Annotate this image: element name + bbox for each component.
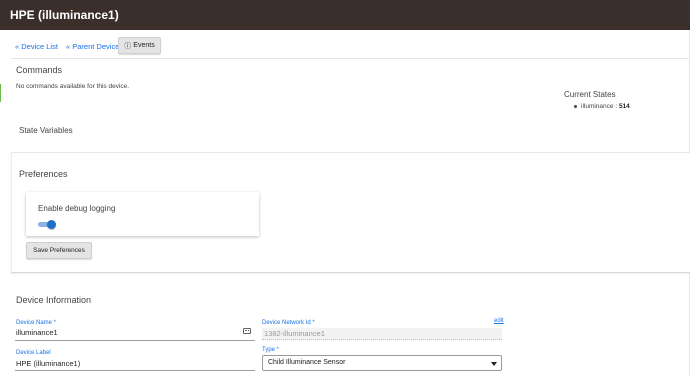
parent-device-link[interactable]: « Parent Device: [66, 42, 119, 51]
device-name-input[interactable]: illuminance1: [16, 328, 58, 337]
commands-heading: Commands: [16, 65, 63, 75]
type-select-value: Child Illuminance Sensor: [268, 359, 346, 366]
device-name-label: Device Name *: [16, 320, 57, 326]
network-id-value: 1382-illuminance1: [264, 329, 325, 338]
type-label: Type *: [262, 347, 280, 353]
save-preferences-button[interactable]: Save Preferences: [26, 242, 92, 259]
events-button[interactable]: ⓘ Events: [118, 37, 161, 54]
device-information-heading: Device Information: [16, 295, 92, 305]
network-id-label: Device Network Id *: [262, 320, 315, 326]
events-button-label: Events: [133, 42, 155, 49]
device-name-underline: [15, 340, 255, 341]
keyboard-icon[interactable]: [243, 328, 251, 334]
preferences-heading: Preferences: [19, 169, 68, 179]
network-id-input: 1382-illuminance1: [262, 328, 502, 340]
current-states-heading: Current States: [564, 90, 616, 99]
app-header: HPE (illuminance1): [0, 0, 690, 30]
divider: [11, 58, 690, 59]
state-value: 514: [618, 103, 630, 110]
device-label-input[interactable]: HPE (illuminance1): [16, 359, 80, 368]
state-name: illuminance :: [581, 103, 619, 110]
device-label-underline: [15, 370, 255, 371]
device-label-label: Device Label: [16, 350, 51, 356]
state-variables-heading: State Variables: [19, 126, 73, 135]
toggle-thumb: [47, 220, 56, 229]
debug-logging-card: Enable debug logging: [26, 192, 259, 236]
device-list-link[interactable]: « Device List: [15, 42, 58, 51]
debug-logging-label: Enable debug logging: [38, 204, 116, 213]
status-accent-bar: [0, 84, 1, 102]
debug-logging-toggle[interactable]: [38, 220, 56, 229]
page-title: HPE (illuminance1): [10, 8, 119, 22]
no-commands-text: No commands available for this device.: [16, 83, 130, 90]
type-select[interactable]: Child Illuminance Sensor: [262, 355, 502, 371]
info-circle-icon: ⓘ: [124, 42, 132, 50]
state-item: illuminance : 514: [574, 103, 630, 110]
bullet-icon: [574, 104, 577, 108]
chevron-down-icon: [491, 362, 497, 366]
edit-network-id-link[interactable]: edit: [494, 318, 504, 324]
